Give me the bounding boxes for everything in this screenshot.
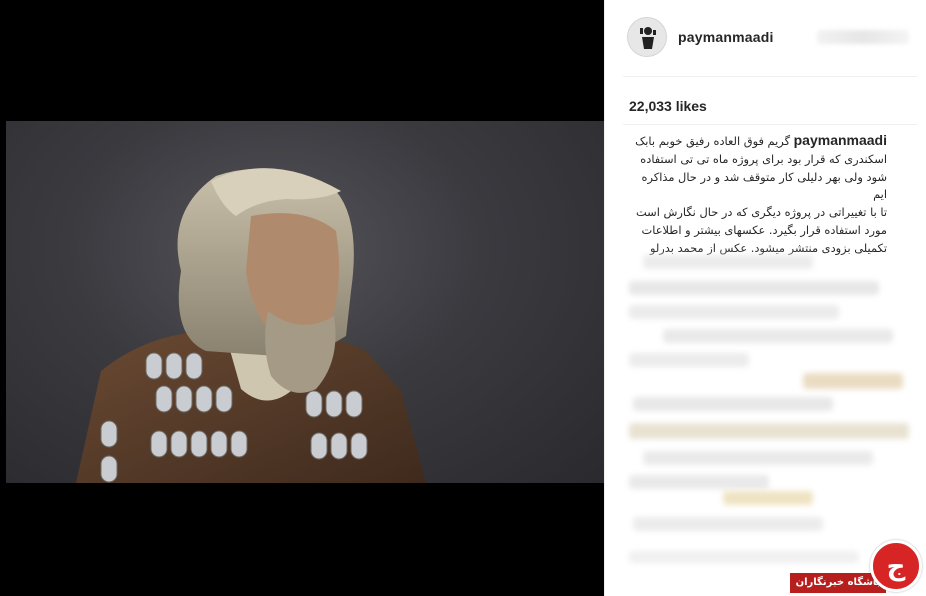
watermark-logo-char: ج	[886, 552, 906, 582]
watermark-badge: باشگاه خبرنگاران ج	[786, 536, 926, 596]
caption-line: مورد استفاده قرار بگیرد. عکسهای بیشتر و …	[641, 222, 888, 237]
portrait-illustration	[76, 168, 426, 483]
caption-author-link[interactable]: paymanmaadi	[794, 132, 887, 148]
post-caption: paymanmaadi گریم فوق العاده رفیق خوبم با…	[627, 132, 887, 258]
caption-line: گریم فوق العاده رفیق خوبم بابک	[635, 134, 790, 148]
avatar[interactable]	[627, 17, 667, 57]
post-header: paymanmaadi	[605, 0, 926, 76]
post-sidebar: paymanmaadi 22,033 likes paymanmaadi گری…	[604, 0, 926, 596]
caption-line: شود ولی بهر دلیلی کار متوقف شد و در حال …	[641, 169, 887, 202]
likes-divider	[623, 124, 917, 125]
caption-line: اسکندری که قرار بود برای پروژه ماه تی تی…	[640, 151, 887, 166]
username-link[interactable]: paymanmaadi	[678, 29, 774, 45]
comments-blurred	[623, 255, 919, 575]
watermark-logo-icon: ج	[870, 540, 922, 592]
post-photo[interactable]	[6, 121, 604, 483]
likes-count[interactable]: 22,033 likes	[629, 98, 707, 114]
caption-line: تا با تغییراتی در پروژه دیگری که در حال …	[636, 205, 887, 220]
avatar-figure-icon	[640, 27, 656, 49]
header-divider	[623, 76, 917, 77]
photo-pane	[0, 0, 604, 596]
follow-button-blurred[interactable]	[817, 30, 909, 44]
